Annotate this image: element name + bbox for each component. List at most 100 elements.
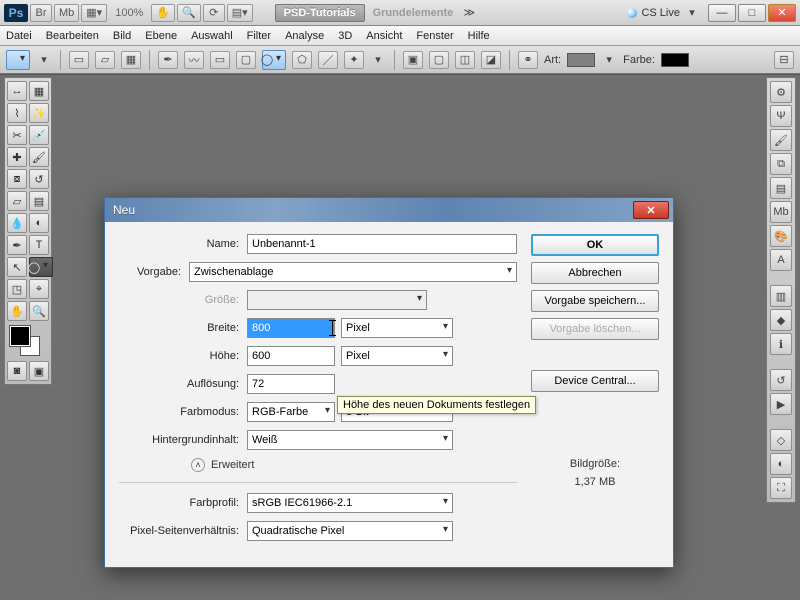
combine-intersect-icon[interactable]: ◫ <box>455 51 475 69</box>
menu-ansicht[interactable]: Ansicht <box>366 30 402 42</box>
combine-exclude-icon[interactable]: ◪ <box>481 51 501 69</box>
workspace-tab[interactable]: Grundelemente <box>367 7 460 19</box>
dodge-tool-icon[interactable]: ◐ <box>29 213 49 233</box>
maximize-button[interactable]: □ <box>738 4 766 22</box>
color-swatch[interactable] <box>661 53 689 67</box>
hand-tool-icon[interactable]: ✋ <box>7 301 27 321</box>
chevron-down-icon[interactable]: ▾ <box>601 53 617 66</box>
layers-panel-icon[interactable]: ▤ <box>770 177 792 199</box>
navigator-panel-icon[interactable]: ⛶ <box>770 477 792 499</box>
menu-fenster[interactable]: Fenster <box>416 30 453 42</box>
pen-icon[interactable]: ✒ <box>158 51 178 69</box>
workspace-more-icon[interactable]: ≫ <box>461 6 477 19</box>
erweitert-toggle[interactable]: ˄ Erweitert <box>119 458 517 472</box>
ok-button[interactable]: OK <box>531 234 659 256</box>
line-shape-icon[interactable]: ／ <box>318 51 338 69</box>
gradient-tool-icon[interactable]: ▤ <box>29 191 49 211</box>
info-panel-icon[interactable]: ℹ <box>770 333 792 355</box>
wand-tool-icon[interactable]: ✨ <box>29 103 49 123</box>
blur-tool-icon[interactable]: 💧 <box>7 213 27 233</box>
menu-ebene[interactable]: Ebene <box>145 30 177 42</box>
foreground-color-icon[interactable] <box>10 326 30 346</box>
ellipse-shape-icon[interactable]: ◯ <box>262 50 286 70</box>
path-select-icon[interactable]: ↖ <box>7 257 27 277</box>
screenmode-icon[interactable]: ▣ <box>29 361 49 381</box>
pixelsv-select[interactable]: Quadratische Pixel <box>247 521 453 541</box>
shape-tool-icon[interactable]: ◯ <box>29 257 53 277</box>
fill-pixels-icon[interactable]: ▦ <box>121 51 141 69</box>
brush-panel-icon[interactable]: Ψ <box>770 105 792 127</box>
workspace-tab-active[interactable]: PSD-Tutorials <box>275 4 365 22</box>
menu-datei[interactable]: Datei <box>6 30 32 42</box>
freeform-pen-icon[interactable]: 〰 <box>184 51 204 69</box>
channels-panel-icon[interactable]: ◐ <box>770 453 792 475</box>
vorgabe-select[interactable]: Zwischenablage <box>189 262 517 282</box>
actions-panel-icon[interactable]: ▶ <box>770 393 792 415</box>
hoehe-unit-select[interactable]: Pixel <box>341 346 453 366</box>
hand-tool-button[interactable]: ✋ <box>151 4 175 22</box>
menu-hilfe[interactable]: Hilfe <box>468 30 490 42</box>
cancel-button[interactable]: Abbrechen <box>531 262 659 284</box>
move-tool-icon[interactable]: ↔ <box>7 81 27 101</box>
clone-panel-icon[interactable]: ⧉ <box>770 153 792 175</box>
menu-bearbeiten[interactable]: Bearbeiten <box>46 30 99 42</box>
3dcamera-tool-icon[interactable]: ⌖ <box>29 279 49 299</box>
lasso-tool-icon[interactable]: ⌇ <box>7 103 27 123</box>
link-icon[interactable]: ⚭ <box>518 51 538 69</box>
device-central-button[interactable]: Device Central... <box>531 370 659 392</box>
rect-shape-icon[interactable]: ▭ <box>210 51 230 69</box>
type-tool-icon[interactable]: T <box>29 235 49 255</box>
breite-input[interactable] <box>247 318 335 338</box>
bridge-button[interactable]: Br <box>30 4 52 22</box>
foreground-background-swatch[interactable] <box>7 323 53 359</box>
eyedropper-tool-icon[interactable]: 💉 <box>29 125 49 145</box>
brush-tool-icon[interactable]: 🖌 <box>29 147 49 167</box>
shape-layers-icon[interactable]: ▭ <box>69 51 89 69</box>
menu-bild[interactable]: Bild <box>113 30 131 42</box>
tool-preset-icon[interactable] <box>6 50 30 70</box>
crop-tool-icon[interactable]: ✂ <box>7 125 27 145</box>
history-panel-icon[interactable]: ↺ <box>770 369 792 391</box>
hginhalt-select[interactable]: Weiß <box>247 430 453 450</box>
minibridge-button[interactable]: Mb <box>54 4 79 22</box>
combine-add-icon[interactable]: ▣ <box>403 51 423 69</box>
zoom-tool-icon[interactable]: 🔍 <box>29 301 49 321</box>
custom-shape-icon[interactable]: ✦ <box>344 51 364 69</box>
arrange-documents-button[interactable]: ▤▾ <box>227 4 253 22</box>
cslive-button[interactable]: CS Live ▾ <box>627 6 700 19</box>
farbmodus-select[interactable]: RGB-Farbe <box>247 402 335 422</box>
marquee-tool-icon[interactable]: ▦ <box>29 81 49 101</box>
paths-icon[interactable]: ▱ <box>95 51 115 69</box>
chevron-down-icon[interactable]: ▾ <box>370 53 386 66</box>
quickmask-icon[interactable]: ◙ <box>7 361 27 381</box>
save-preset-button[interactable]: Vorgabe speichern... <box>531 290 659 312</box>
menu-filter[interactable]: Filter <box>247 30 271 42</box>
healing-tool-icon[interactable]: ✚ <box>7 147 27 167</box>
farbprofil-select[interactable]: sRGB IEC61966-2.1 <box>247 493 453 513</box>
chevron-down-icon[interactable]: ▾ <box>36 53 52 66</box>
close-button[interactable]: ✕ <box>768 4 796 22</box>
panel-collapse-icon[interactable]: ⊟ <box>774 51 794 69</box>
history-brush-icon[interactable]: ↺ <box>29 169 49 189</box>
style-swatch[interactable] <box>567 53 595 67</box>
character-panel-icon[interactable]: A <box>770 249 792 271</box>
name-input[interactable] <box>247 234 517 254</box>
paths-panel-icon[interactable]: ◇ <box>770 429 792 451</box>
minimize-button[interactable]: ― <box>708 4 736 22</box>
menu-3d[interactable]: 3D <box>338 30 352 42</box>
menu-auswahl[interactable]: Auswahl <box>191 30 233 42</box>
minibridge-panel-icon[interactable]: Mb <box>770 201 792 223</box>
aufloesung-input[interactable] <box>247 374 335 394</box>
polygon-shape-icon[interactable]: ⬠ <box>292 51 312 69</box>
dialog-close-button[interactable]: ✕ <box>633 201 669 219</box>
zoom-tool-button[interactable]: 🔍 <box>177 4 201 22</box>
pen-tool-icon[interactable]: ✒ <box>7 235 27 255</box>
menu-analyse[interactable]: Analyse <box>285 30 324 42</box>
adjustments-panel-icon[interactable]: ⚙ <box>770 81 792 103</box>
color-panel-icon[interactable]: ▥ <box>770 285 792 307</box>
3d-tool-icon[interactable]: ◳ <box>7 279 27 299</box>
swatches-panel-icon[interactable]: 🎨 <box>770 225 792 247</box>
stamp-tool-icon[interactable]: ⧇ <box>7 169 27 189</box>
combine-subtract-icon[interactable]: ▢ <box>429 51 449 69</box>
eraser-tool-icon[interactable]: ▱ <box>7 191 27 211</box>
